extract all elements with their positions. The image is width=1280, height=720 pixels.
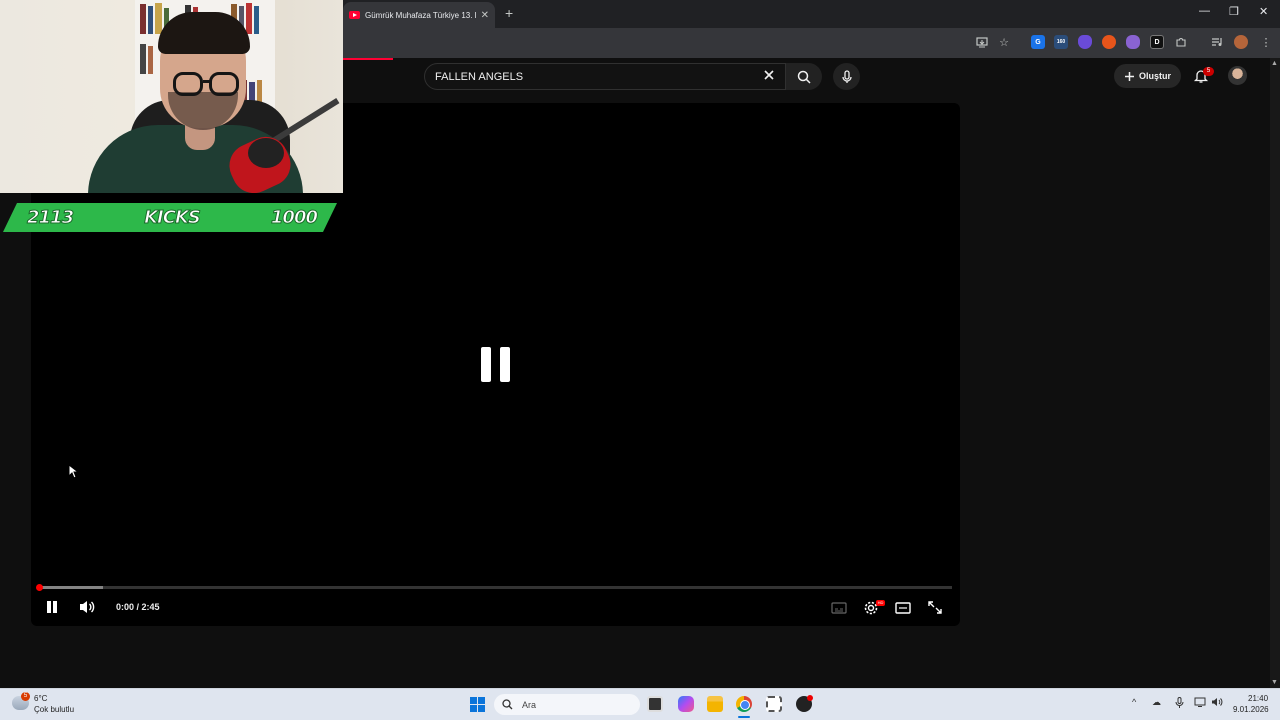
search-button[interactable]	[786, 63, 822, 90]
bookmark-star-icon[interactable]: ☆	[997, 35, 1011, 49]
d-extension-icon[interactable]: D	[1150, 35, 1164, 49]
plus-icon	[1124, 71, 1134, 81]
create-button[interactable]: Oluştur	[1114, 64, 1181, 88]
theater-mode-icon[interactable]	[895, 600, 911, 615]
new-tab-button[interactable]: +	[505, 5, 513, 21]
file-explorer-icon[interactable]	[707, 696, 723, 712]
pause-button[interactable]	[46, 601, 58, 614]
menu-kebab-icon[interactable]: ⋮	[1259, 35, 1273, 49]
microphone-icon	[841, 69, 852, 83]
weather-temperature[interactable]: 6°C	[34, 694, 47, 703]
kicks-current-count: 2113	[27, 207, 74, 228]
center-pause-icon[interactable]	[481, 347, 510, 382]
network-icon[interactable]	[1194, 697, 1206, 709]
tab-title: Gümrük Muhafaza Türkiye 13. B	[365, 10, 476, 20]
fox-extension-icon[interactable]	[1102, 35, 1116, 49]
fullscreen-icon[interactable]	[927, 600, 943, 615]
scrubber-handle[interactable]	[36, 584, 43, 591]
chrome-taskbar-icon[interactable]	[736, 696, 752, 712]
weather-alert-badge: 5	[21, 692, 30, 701]
page-load-bar	[343, 58, 393, 60]
taskbar-search-icon	[502, 699, 513, 710]
extensions-puzzle-icon[interactable]	[1174, 35, 1188, 49]
browser-tab-active[interactable]: Gümrük Muhafaza Türkiye 13. B ✕	[343, 2, 495, 28]
onedrive-cloud-icon[interactable]: ☁	[1152, 697, 1161, 708]
tab-close-icon[interactable]: ✕	[481, 10, 489, 21]
speaker-icon[interactable]	[1211, 697, 1223, 709]
windows-start-icon[interactable]	[470, 697, 485, 712]
scroll-down-arrow-icon[interactable]: ▼	[1271, 679, 1278, 686]
weather-condition[interactable]: Çok bulutlu	[34, 705, 74, 714]
mouse-cursor-icon	[68, 463, 80, 479]
time-display: 0:00 / 2:45	[116, 602, 160, 612]
translate-extension-icon[interactable]: G	[1031, 35, 1045, 49]
chrome-active-indicator	[738, 716, 750, 718]
ai-extension-icon[interactable]	[1126, 35, 1140, 49]
microphone-foam	[248, 138, 284, 168]
clock-date[interactable]: 9.01.2026	[1233, 705, 1269, 714]
close-window-button[interactable]: ✕	[1259, 5, 1268, 18]
scroll-up-arrow-icon[interactable]: ▲	[1271, 60, 1278, 67]
subtitles-icon[interactable]	[831, 600, 847, 615]
taskbar-search-placeholder: Ara	[522, 699, 537, 710]
create-label: Oluştur	[1138, 71, 1171, 81]
clock-time[interactable]: 21:40	[1248, 694, 1268, 703]
account-avatar[interactable]	[1228, 66, 1247, 85]
media-control-icon[interactable]	[1210, 35, 1224, 49]
streamer-hair	[158, 12, 250, 54]
restore-button[interactable]: ❐	[1229, 5, 1239, 18]
glasses-bridge	[203, 80, 212, 83]
search-input[interactable]: FALLEN ANGELS	[424, 63, 786, 90]
ext-160-icon[interactable]: 160	[1054, 35, 1068, 49]
voice-search-button[interactable]	[833, 63, 860, 90]
install-app-icon[interactable]	[975, 35, 989, 49]
snipping-tool-icon[interactable]	[766, 696, 782, 712]
volume-icon[interactable]	[78, 599, 96, 615]
kicks-counter-banner: 2113 KICKS 1000	[3, 203, 337, 232]
progress-buffered	[39, 586, 103, 589]
search-query-text: FALLEN ANGELS	[435, 70, 524, 83]
tray-microphone-icon[interactable]	[1175, 697, 1184, 710]
glasses-left-lens	[173, 72, 203, 96]
taskbar-search-box[interactable]: Ara	[494, 694, 640, 715]
hd-badge: HD	[876, 600, 885, 606]
page-scrollbar[interactable]	[1270, 58, 1280, 688]
progress-bar[interactable]	[39, 586, 952, 589]
minimize-button[interactable]: —	[1199, 5, 1210, 17]
clear-search-icon[interactable]	[762, 68, 776, 85]
copilot-icon[interactable]	[678, 696, 694, 712]
notification-count-badge: 5	[1203, 67, 1214, 76]
windows-taskbar	[0, 688, 1280, 720]
address-bar[interactable]	[343, 31, 963, 55]
webcam-overlay	[0, 0, 343, 193]
kicks-label: KICKS	[144, 207, 200, 228]
tray-chevron-icon[interactable]: ^	[1132, 697, 1136, 707]
task-view-icon[interactable]	[647, 696, 663, 712]
youtube-favicon-icon	[349, 11, 360, 19]
glasses-right-lens	[209, 72, 239, 96]
kicks-goal-count: 1000	[270, 207, 317, 228]
profile-avatar[interactable]	[1234, 35, 1248, 49]
search-icon	[797, 70, 811, 84]
recording-dot-icon	[807, 695, 813, 701]
shield-extension-icon[interactable]	[1078, 35, 1092, 49]
